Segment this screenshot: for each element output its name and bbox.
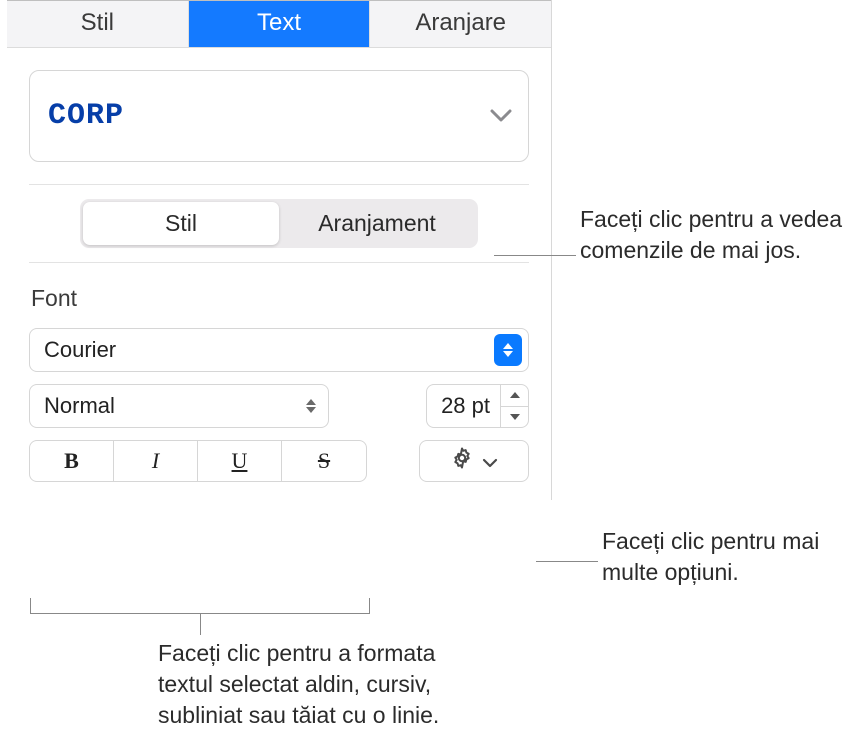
stepper-arrows[interactable] bbox=[500, 385, 528, 427]
font-advanced-options-button[interactable] bbox=[419, 440, 529, 482]
underline-button[interactable]: U bbox=[198, 441, 282, 481]
inspector-top-tabs: Stil Text Aranjare bbox=[7, 1, 551, 48]
italic-button[interactable]: I bbox=[114, 441, 198, 481]
tab-arrange[interactable]: Aranjare bbox=[370, 1, 551, 47]
stepper-up[interactable] bbox=[501, 385, 528, 407]
format-inspector-panel: Stil Text Aranjare CORP Stil Aranjament … bbox=[7, 0, 552, 500]
tab-style[interactable]: Stil bbox=[7, 1, 189, 47]
font-section-label: Font bbox=[31, 285, 551, 312]
font-weight-value: Normal bbox=[44, 393, 115, 419]
text-style-group: B I U S bbox=[29, 440, 367, 482]
stepper-down[interactable] bbox=[501, 407, 528, 428]
paragraph-style-name: CORP bbox=[48, 99, 124, 133]
callout-subtabs: Faceți clic pentru a vedea comenzile de … bbox=[580, 204, 855, 266]
callout-bracket bbox=[30, 598, 370, 614]
font-family-value: Courier bbox=[44, 337, 116, 363]
subtab-layout[interactable]: Aranjament bbox=[279, 202, 475, 245]
font-size-stepper[interactable]: 28 pt bbox=[426, 384, 529, 428]
bold-button[interactable]: B bbox=[30, 441, 114, 481]
popup-arrows-icon bbox=[494, 334, 522, 366]
font-size-value: 28 pt bbox=[427, 385, 500, 427]
chevron-down-icon bbox=[490, 109, 512, 123]
font-weight-popup[interactable]: Normal bbox=[29, 384, 329, 428]
paragraph-style-popup[interactable]: CORP bbox=[29, 70, 529, 162]
font-family-popup[interactable]: Courier bbox=[29, 328, 529, 372]
tab-text[interactable]: Text bbox=[189, 1, 371, 47]
callout-bius: Faceți clic pentru a formata textul sele… bbox=[158, 638, 488, 731]
chevron-down-icon bbox=[482, 448, 498, 474]
gear-icon bbox=[450, 446, 474, 476]
popup-arrows-icon bbox=[306, 399, 322, 413]
callout-gear: Faceți clic pentru mai multe opțiuni. bbox=[602, 526, 857, 588]
subtab-style[interactable]: Stil bbox=[83, 202, 279, 245]
callout-leader-line bbox=[536, 561, 598, 562]
strikethrough-button[interactable]: S bbox=[282, 441, 366, 481]
text-subtabs-segmented: Stil Aranjament bbox=[80, 199, 478, 248]
callout-leader-line bbox=[494, 255, 576, 256]
